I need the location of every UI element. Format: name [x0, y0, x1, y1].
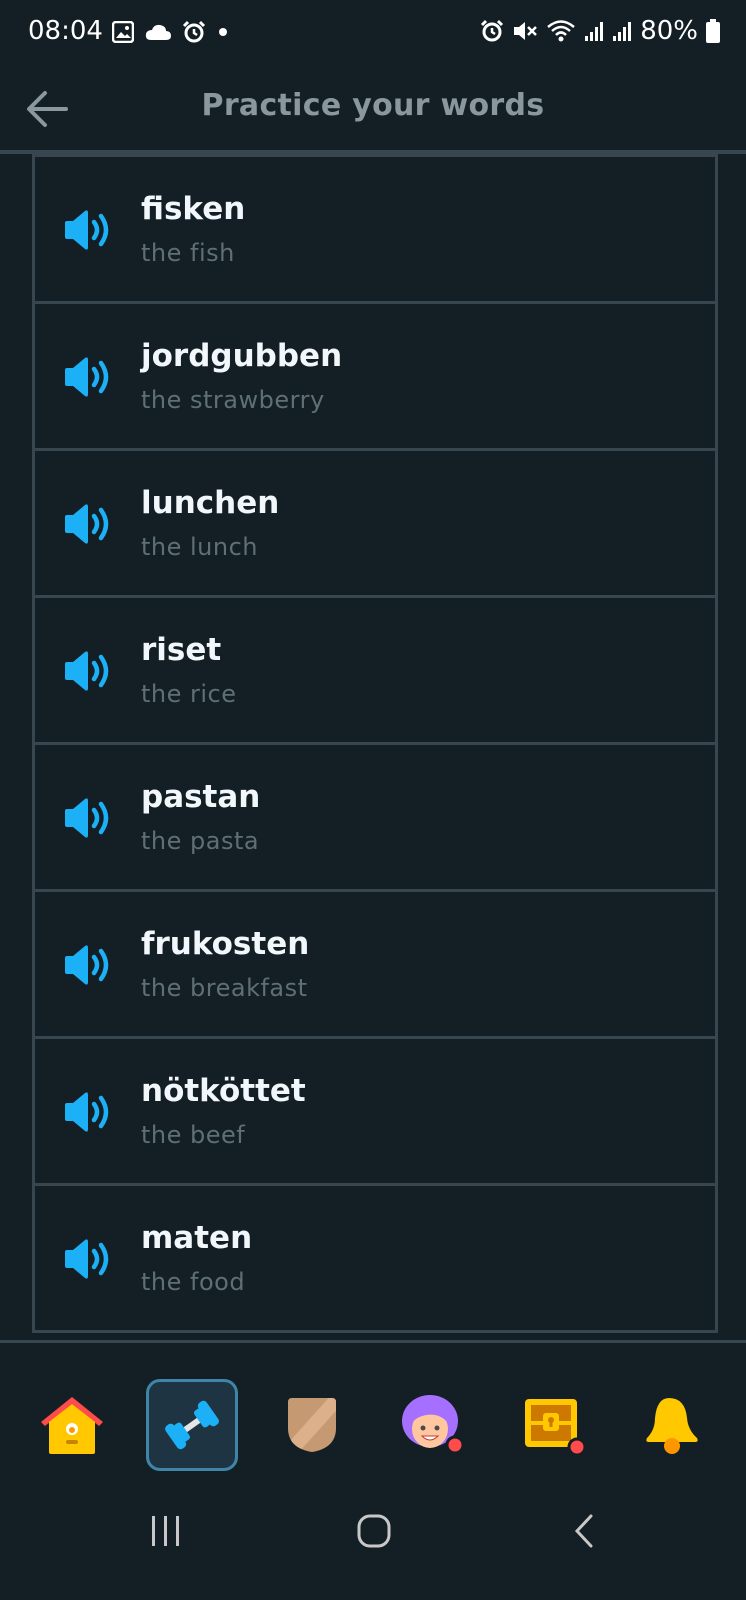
- header: Practice your words: [0, 66, 746, 154]
- bottom-nav: [0, 1343, 746, 1473]
- word-row[interactable]: jordgubben the strawberry: [35, 304, 715, 451]
- speaker-icon[interactable]: [61, 356, 111, 398]
- bell-icon: [646, 1398, 698, 1454]
- status-bar: 08:04 80%: [0, 0, 746, 66]
- word-row[interactable]: frukosten the breakfast: [35, 892, 715, 1039]
- system-nav-bar: [0, 1473, 746, 1600]
- word-text: lunchen: [141, 485, 280, 521]
- speaker-icon[interactable]: [61, 1091, 111, 1133]
- word-row[interactable]: lunchen the lunch: [35, 451, 715, 598]
- alarm-icon: [182, 20, 206, 43]
- alarm-icon: [481, 19, 504, 42]
- speaker-icon[interactable]: [61, 797, 111, 839]
- speaker-icon[interactable]: [61, 503, 111, 545]
- word-translation: the fish: [141, 239, 235, 267]
- wifi-icon: [547, 20, 576, 42]
- treasure-chest-icon: [525, 1399, 587, 1457]
- mute-icon: [514, 22, 538, 40]
- word-translation: the pasta: [141, 827, 260, 855]
- word-translation: the lunch: [141, 533, 259, 561]
- word-row[interactable]: fisken the fish: [35, 154, 715, 304]
- back-chevron-icon: [574, 1514, 593, 1548]
- speaker-icon[interactable]: [61, 650, 111, 692]
- word-list: fisken the fish jordgubben the strawberr…: [32, 154, 718, 1333]
- word-text: frukosten: [141, 926, 310, 962]
- shield-icon: [288, 1398, 336, 1452]
- image-icon: [112, 21, 134, 43]
- home-icon: [41, 1397, 103, 1454]
- battery-percent: 80%: [640, 16, 698, 46]
- nav-practice[interactable]: [146, 1379, 238, 1471]
- word-text: nötköttet: [141, 1073, 306, 1109]
- cloud-icon: [145, 24, 171, 40]
- word-translation: the rice: [141, 680, 237, 708]
- avatar-icon: [402, 1395, 465, 1455]
- back-system-button[interactable]: [554, 1501, 614, 1561]
- signal-icon: [585, 22, 604, 41]
- nav-profile[interactable]: [386, 1379, 478, 1471]
- word-text: maten: [141, 1220, 253, 1256]
- nav-shop[interactable]: [506, 1379, 598, 1471]
- home-system-button[interactable]: [344, 1501, 404, 1561]
- word-text: fisken: [141, 191, 246, 227]
- word-translation: the food: [141, 1268, 246, 1296]
- word-text: jordgubben: [141, 338, 343, 374]
- nav-home[interactable]: [26, 1379, 118, 1471]
- speaker-icon[interactable]: [61, 209, 111, 251]
- page-title: Practice your words: [201, 88, 545, 123]
- word-row[interactable]: riset the rice: [35, 598, 715, 745]
- word-text: pastan: [141, 779, 261, 815]
- speaker-icon[interactable]: [61, 1238, 111, 1280]
- dumbbell-icon: [165, 1400, 219, 1450]
- recent-apps-button[interactable]: [136, 1501, 196, 1561]
- word-row[interactable]: nötköttet the beef: [35, 1039, 715, 1186]
- word-translation: the breakfast: [141, 974, 308, 1002]
- home-circle-icon: [357, 1514, 391, 1548]
- signal-icon: [613, 22, 632, 41]
- word-text: riset: [141, 632, 222, 668]
- speaker-icon[interactable]: [61, 944, 111, 986]
- battery-icon: [706, 19, 720, 43]
- word-list-scroll[interactable]: fisken the fish jordgubben the strawberr…: [0, 154, 746, 1340]
- word-translation: the beef: [141, 1121, 246, 1149]
- nav-notifications[interactable]: [626, 1379, 718, 1471]
- dot-icon: [219, 28, 227, 36]
- nav-leagues[interactable]: [266, 1379, 358, 1471]
- word-row[interactable]: pastan the pasta: [35, 745, 715, 892]
- word-row[interactable]: maten the food: [35, 1186, 715, 1333]
- word-translation: the strawberry: [141, 386, 325, 414]
- status-time: 08:04: [28, 16, 103, 46]
- recent-apps-icon: [152, 1516, 179, 1546]
